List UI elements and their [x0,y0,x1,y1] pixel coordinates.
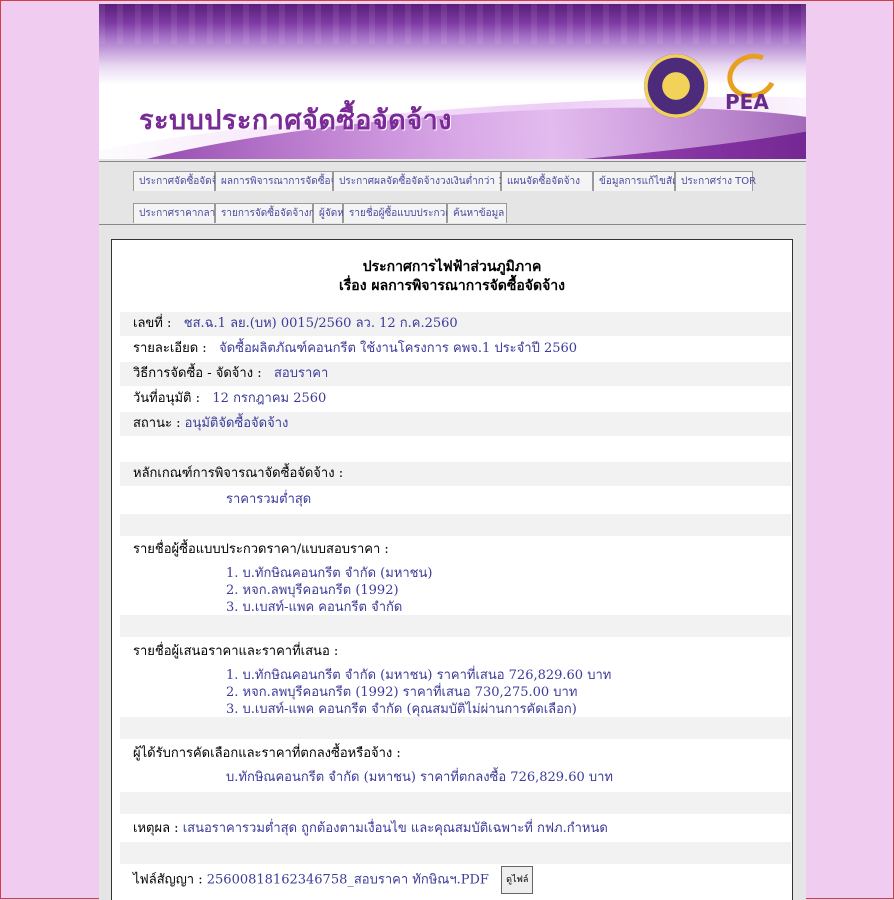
winner-value-row: บ.ทักษิณคอนกรีต จำกัด (มหาชน) ราคาที่ตกล… [120,767,791,789]
nav-tab-announcement[interactable]: ประกาศจัดซื้อจัดจ้าง [133,171,228,191]
method-row: วิธีการจัดซื้อ - จัดจ้าง : สอบราคา [120,362,791,386]
bidders-label: รายชื่อผู้เสนอราคาและราคาที่เสนอ : [133,644,339,659]
banner-title: ระบบประกาศจัดซื้อจัดจ้าง [139,105,452,136]
nav-tab-search[interactable]: ค้นหาข้อมูล [447,203,507,223]
reason-row: เหตุผล : เสนอราคารวมต่ำสุด ถูกต้องตามเงื… [120,817,791,841]
nav-tab-draft-tor[interactable]: ประกาศร่าง TOR [675,171,756,191]
spacer-row [120,792,791,814]
number-value: ชส.ฉ.1 ลย.(บห) 0015/2560 ลว. 12 ก.ค.2560 [183,316,458,331]
winner-value: บ.ทักษิณคอนกรีต จำกัด (มหาชน) ราคาที่ตกล… [226,770,613,785]
buyers-header-row: รายชื่อผู้ซื้อแบบประกวดราคา/แบบสอบราคา : [120,538,791,562]
criteria-value-row: ราคารวมต่ำสุด [120,488,791,512]
approve-date-value: 12 กรกฎาคม 2560 [212,391,327,406]
file-label: ไฟล์สัญญา : [133,872,203,888]
criteria-label: หลักเกณฑ์การพิจารณาจัดซื้อจัดจ้าง : [133,466,344,481]
nav-row-1: ประกาศจัดซื้อจัดจ้าง ผลการพิจารณาการจัดซ… [133,171,756,191]
status-label: สถานะ : [133,416,181,431]
buyer-item: 3. บ.เบสท์-แพค คอนกรีต จำกัด [226,600,403,615]
winner-header-row: ผู้ได้รับการคัดเลือกและราคาที่ตกลงซื้อหร… [120,742,791,766]
bidders-header-row: รายชื่อผู้เสนอราคาและราคาที่เสนอ : [120,640,791,664]
status-row: สถานะ : อนุมัติจัดซื้อจัดจ้าง [120,412,791,436]
header-banner: ระบบประกาศจัดซื้อจัดจ้าง PEA [99,4,806,159]
document-heading-org: ประกาศการไฟฟ้าส่วนภูมิภาค [362,259,542,275]
nav-bar: ประกาศจัดซื้อจัดจ้าง ผลการพิจารณาการจัดซ… [99,161,806,225]
buyers-label: รายชื่อผู้ซื้อแบบประกวดราคา/แบบสอบราคา : [133,542,389,557]
spacer-row [120,514,791,536]
nav-tab-consideration-result[interactable]: ผลการพิจารณาการจัดซื้อจัดจ้าง [215,171,359,191]
nav-tab-before-2556[interactable]: รายการจัดซื้อจัดจ้างก่อนปี 2556 [215,203,363,223]
nav-row-2: ประกาศราคากลาง รายการจัดซื้อจัดจ้างก่อนป… [133,203,507,223]
banner-stripes [99,4,806,44]
document-heading-subject: เรื่อง ผลการพิจารณาการจัดซื้อจัดจ้าง [339,278,565,294]
nav-tab-result-under-100k[interactable]: ประกาศผลจัดซื้อจัดจ้างวงเงินต่ำกว่า 100,… [333,171,561,191]
pea-seal-logo [644,54,708,118]
reason-value: เสนอราคารวมต่ำสุด ถูกต้องตามเงื่อนไข และ… [182,821,608,836]
page-container: ระบบประกาศจัดซื้อจัดจ้าง PEA ประกาศจัดซื… [99,4,806,900]
nav-tab-median-price[interactable]: ประกาศราคากลาง [133,203,220,223]
approve-date-label: วันที่อนุมัติ : [133,391,200,406]
number-row: เลขที่ : ชส.ฉ.1 ลย.(บห) 0015/2560 ลว. 12… [120,312,791,336]
number-label: เลขที่ : [133,316,172,331]
pea-logo: PEA [720,46,784,120]
view-file-button[interactable]: ดูไฟล์ [501,866,534,894]
document-heading: ประกาศการไฟฟ้าส่วนภูมิภาค เรื่อง ผลการพิ… [112,240,792,296]
detail-row: รายละเอียด : จัดซื้อผลิตภัณฑ์คอนกรีต ใช้… [120,337,791,361]
nav-tab-contract-amendment[interactable]: ข้อมูลการแก้ไขสัญญา [593,171,695,191]
document-panel: ประกาศการไฟฟ้าส่วนภูมิภาค เรื่อง ผลการพิ… [111,239,793,900]
nav-tab-procurement-plan[interactable]: แผนจัดซื้อจัดจ้าง [501,171,593,191]
file-link[interactable]: 25600818162346758_สอบราคา ทักษิณฯ.PDF [207,873,489,888]
method-label: วิธีการจัดซื้อ - จัดจ้าง : [133,366,262,381]
bidders-list: 1. บ.ทักษิณคอนกรีต จำกัด (มหาชน) ราคาที่… [120,664,791,717]
detail-label: รายละเอียด : [133,341,207,356]
criteria-value: ราคารวมต่ำสุด [226,492,312,507]
bidder-item: 3. บ.เบสท์-แพค คอนกรีต จำกัด (คุณสมบัติไ… [226,702,577,717]
reason-label: เหตุผล : [133,821,179,836]
buyers-list: 1. บ.ทักษิณคอนกรีต จำกัด (มหาชน) 2. หจก.… [120,562,791,615]
spacer-row [120,438,791,460]
approve-date-row: วันที่อนุมัติ : 12 กรกฎาคม 2560 [120,387,791,411]
spacer-row [120,842,791,864]
spacer-row [120,615,791,637]
winner-label: ผู้ได้รับการคัดเลือกและราคาที่ตกลงซื้อหร… [133,746,401,761]
method-value: สอบราคา [273,366,329,381]
file-row: ไฟล์สัญญา : 25600818162346758_สอบราคา ทั… [120,866,791,894]
criteria-row: หลักเกณฑ์การพิจารณาจัดซื้อจัดจ้าง : [120,462,791,486]
nav-tab-buyer-list[interactable]: รายชื่อผู้ซื้อแบบประกวดราคา [343,203,475,223]
nav-tab-supplier[interactable]: ผู้จัดหา [313,203,349,223]
status-value: อนุมัติจัดซื้อจัดจ้าง [184,416,289,431]
detail-value: จัดซื้อผลิตภัณฑ์คอนกรีต ใช้งานโครงการ คพ… [219,341,578,356]
spacer-row [120,717,791,739]
pea-logo-text: PEA [725,90,769,114]
